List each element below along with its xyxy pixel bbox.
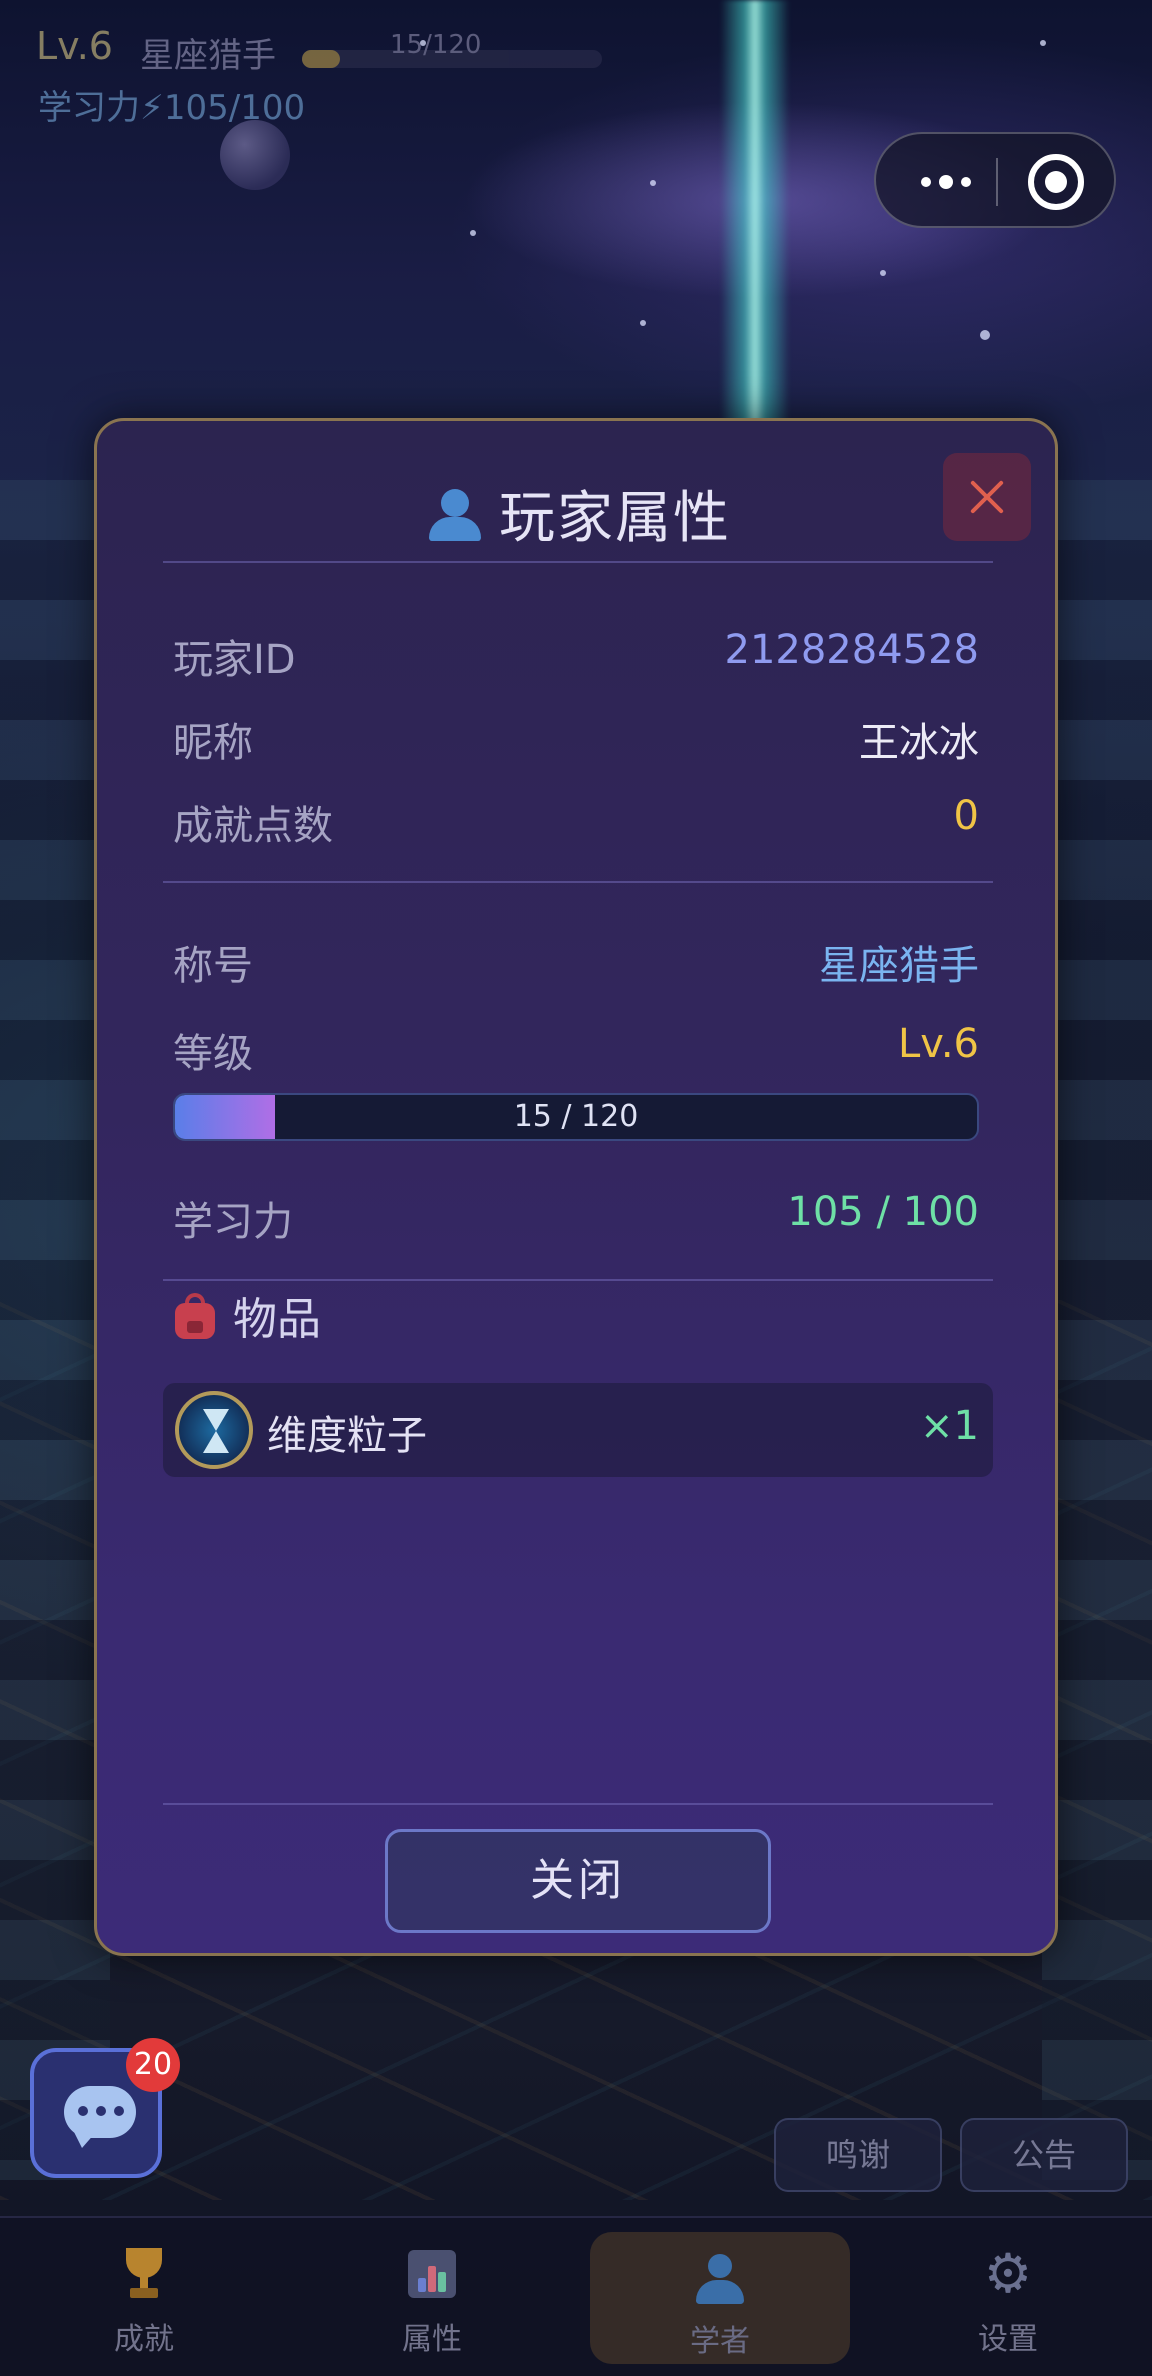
star (1040, 40, 1046, 46)
trophy-icon (116, 2246, 172, 2302)
player-silhouette-icon (427, 487, 483, 543)
nav-settings[interactable]: ⚙ 设置 (864, 2218, 1152, 2376)
announcement-button[interactable]: 公告 (960, 2118, 1128, 2192)
row-title: 称号 星座猎手 (173, 933, 979, 993)
title-value: 星座猎手 (819, 943, 979, 989)
more-dots-icon[interactable] (906, 134, 986, 230)
row-achievement-points: 成就点数 0 (173, 793, 979, 853)
row-study-power: 学习力 105 / 100 (173, 1189, 979, 1249)
achievement-points-value: 0 (953, 793, 979, 839)
level-progress-bar: 15 / 120 (173, 1093, 979, 1141)
chat-bubble-tail (74, 2132, 96, 2148)
star (880, 270, 886, 276)
nav-label: 设置 (978, 2322, 1038, 2357)
row-player-id: 玩家ID 2128284528 (173, 627, 979, 687)
modal-title-text: 玩家属性 (499, 486, 731, 551)
nav-label: 学者 (690, 2324, 750, 2359)
nav-scholar[interactable]: 学者 (590, 2232, 850, 2364)
modal-title: 玩家属性 (97, 473, 1061, 554)
nav-achievements[interactable]: 成就 (0, 2218, 288, 2376)
item-name: 维度粒子 (267, 1413, 427, 1459)
light-beam (720, 0, 790, 430)
nickname-value: 王冰冰 (859, 720, 979, 766)
divider (163, 881, 993, 883)
top-status-bar: Lv.6 星座猎手 15/120 学习力⚡105/100 (36, 18, 656, 128)
study-power-value: 105 / 100 (787, 1189, 979, 1235)
item-count: ×1 (920, 1403, 979, 1449)
nav-label: 属性 (402, 2322, 462, 2357)
star (470, 230, 476, 236)
nickname-label: 昵称 (173, 720, 253, 766)
gear-icon: ⚙ (983, 2242, 1033, 2305)
title-label: 称号 (173, 943, 253, 989)
row-level: 等级 Lv.6 (173, 1021, 979, 1081)
divider (163, 1279, 993, 1281)
level-progress-text: 15 / 120 (513, 1099, 639, 1134)
star (980, 330, 990, 340)
nav-attributes[interactable]: 属性 (288, 2218, 576, 2376)
achievement-points-label: 成就点数 (173, 803, 333, 849)
target-circle-icon[interactable] (1028, 154, 1084, 210)
divider (163, 1803, 993, 1805)
player-id-value: 2128284528 (724, 627, 980, 673)
capsule-divider (996, 158, 998, 206)
top-exp-text: 15/120 (390, 30, 482, 60)
level-value: Lv.6 (897, 1021, 979, 1067)
divider (163, 561, 993, 563)
mini-program-capsule (874, 132, 1116, 228)
top-title-text: 星座猎手 (140, 36, 276, 76)
player-attributes-modal: 玩家属性 玩家ID 2128284528 昵称 王冰冰 成就点数 0 称号 星座… (94, 418, 1058, 1956)
chat-unread-badge: 20 (126, 2038, 180, 2092)
close-button[interactable]: 关闭 (385, 1829, 771, 1933)
bar-chart-icon (404, 2246, 460, 2302)
items-title: 物品 (233, 1294, 321, 1345)
chat-button[interactable]: 20 (30, 2038, 180, 2178)
top-exp-fill (302, 50, 340, 68)
credits-button[interactable]: 鸣谢 (774, 2118, 942, 2192)
city-buildings-right (1042, 480, 1152, 2180)
nav-label: 成就 (114, 2322, 174, 2357)
top-study-power: 学习力⚡105/100 (38, 88, 306, 128)
study-power-label: 学习力 (173, 1199, 293, 1245)
close-icon[interactable] (943, 453, 1031, 541)
star (650, 180, 656, 186)
level-label: 等级 (173, 1031, 253, 1077)
player-id-label: 玩家ID (173, 637, 296, 683)
row-nickname: 昵称 王冰冰 (173, 710, 979, 770)
inventory-item[interactable]: 维度粒子 ×1 (163, 1383, 993, 1477)
top-level-text: Lv.6 (36, 24, 113, 68)
backpack-icon (173, 1293, 217, 1339)
chat-dots (78, 2106, 126, 2118)
person-icon (692, 2252, 748, 2308)
planet-decoration (220, 120, 290, 190)
star (640, 320, 646, 326)
hourglass-icon (175, 1391, 253, 1469)
bottom-nav: 成就 属性 学者 ⚙ 设置 (0, 2216, 1152, 2376)
